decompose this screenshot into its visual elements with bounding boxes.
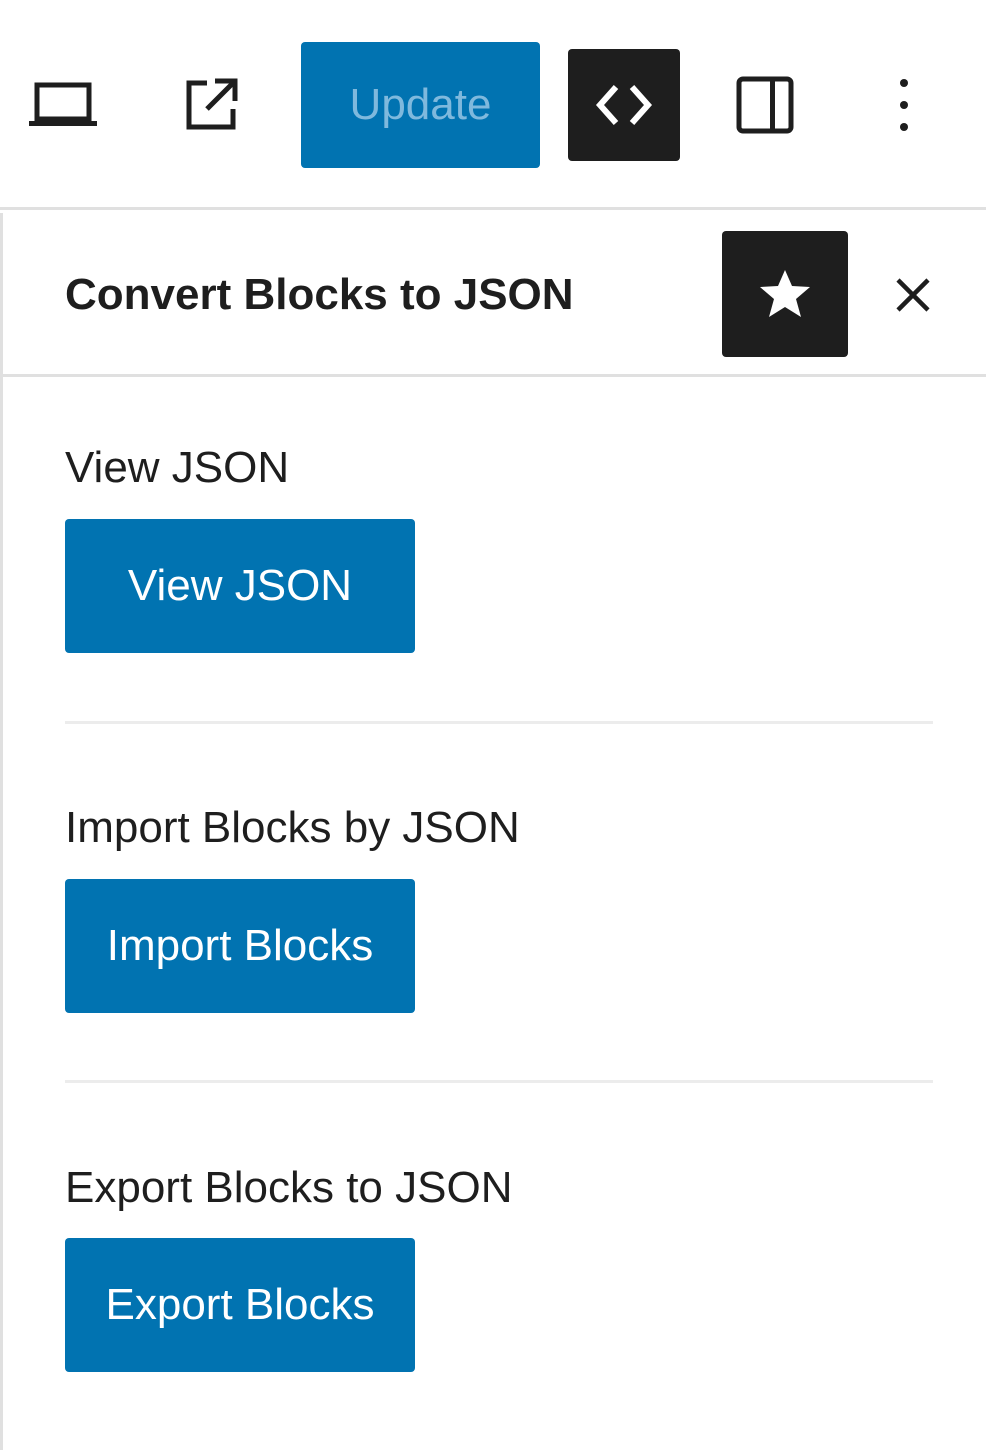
options-button[interactable] — [874, 60, 934, 150]
editor-toolbar: Update — [0, 0, 986, 210]
view-post-button[interactable] — [168, 60, 254, 150]
preview-button[interactable] — [20, 60, 106, 150]
settings-sidebar-button[interactable] — [722, 60, 808, 150]
plugin-sidebar: Convert Blocks to JSON View JSON View JS… — [0, 213, 986, 1450]
import-blocks-button[interactable]: Import Blocks — [65, 879, 415, 1013]
code-icon — [595, 85, 653, 125]
sidebar-toggle-icon — [736, 76, 794, 134]
section-label-export-blocks: Export Blocks to JSON — [65, 1163, 513, 1212]
section-label-view-json: View JSON — [65, 443, 290, 492]
sections-container: View JSON View JSON Import Blocks by JSO… — [65, 213, 933, 1450]
section-divider — [65, 1080, 933, 1083]
desktop-preview-icon — [29, 82, 97, 126]
code-editor-button[interactable] — [568, 49, 680, 161]
view-json-button[interactable]: View JSON — [65, 519, 415, 653]
more-vertical-icon — [900, 79, 908, 131]
export-blocks-button[interactable]: Export Blocks — [65, 1238, 415, 1372]
section-divider — [65, 721, 933, 724]
update-button[interactable]: Update — [301, 42, 540, 168]
section-label-import-blocks: Import Blocks by JSON — [65, 803, 520, 852]
external-link-icon — [186, 78, 238, 130]
